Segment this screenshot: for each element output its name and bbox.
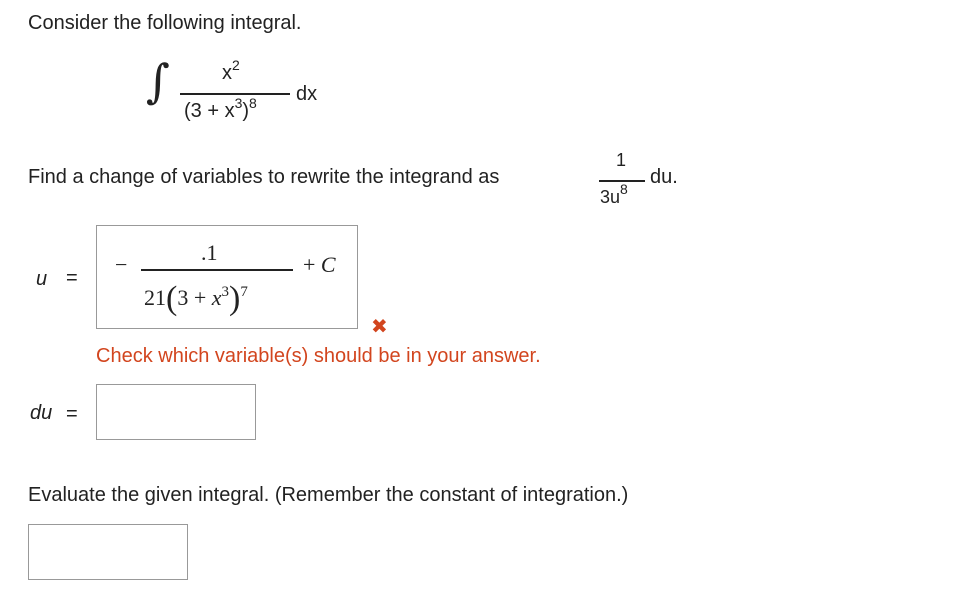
du-input[interactable] [96, 384, 256, 440]
answer-minus-sign: − [115, 252, 128, 277]
integrand-denominator: (3 + x3)8 [184, 95, 257, 122]
u-label: u [36, 268, 48, 290]
du-label: du [30, 402, 53, 424]
question-intro: Consider the following integral. [28, 12, 302, 34]
target-differential: du. [650, 166, 678, 188]
answer-denominator: 21(3 + x3)7 [144, 280, 248, 317]
answer-constant: + C [303, 252, 336, 277]
integral-answer-input[interactable] [28, 524, 188, 580]
du-equals: = [66, 403, 78, 425]
integrand-numerator: x2 [222, 57, 240, 84]
target-numerator: 1 [616, 150, 627, 170]
target-denominator: 3u8 [600, 181, 628, 207]
u-input[interactable]: − .1 21(3 + x3)7 + C [96, 225, 358, 329]
answer-feedback: Check which variable(s) should be in you… [96, 345, 541, 367]
evaluate-instruction: Evaluate the given integral. (Remember t… [28, 484, 629, 506]
integrand-differential: dx [296, 83, 318, 105]
incorrect-x-icon: ✖ [371, 316, 388, 338]
answer-numerator: .1 [201, 240, 218, 265]
integral-sign-icon: ∫ [146, 54, 170, 108]
answer-fraction-bar [141, 269, 293, 271]
u-equals: = [66, 267, 78, 289]
change-of-variables-instruction: Find a change of variables to rewrite th… [28, 166, 500, 188]
